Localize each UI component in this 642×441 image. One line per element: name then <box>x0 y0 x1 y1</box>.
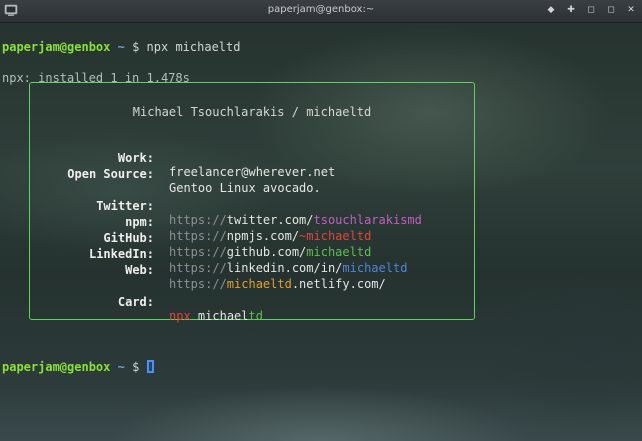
card-name-b: td <box>248 309 263 323</box>
window-controls: ◆ ✚ ◻ ◻ ✕ <box>544 2 638 18</box>
opensource-label: Open Source: <box>67 167 154 181</box>
card-row-linkedin: LinkedIn: https://linkedin.com/in/michae… <box>30 233 476 275</box>
maximize-vert-button[interactable]: ✚ <box>564 2 578 18</box>
text-cursor[interactable] <box>146 359 154 373</box>
close-button[interactable]: ✕ <box>624 2 638 18</box>
prompt2-sign: $ <box>132 359 140 374</box>
card-row-opensource: Open Source: Gentoo Linux avocado. <box>30 153 476 195</box>
prompt-sign: $ <box>132 39 140 54</box>
card-row-card: Card: npx michaeltd <box>30 281 476 323</box>
card-title: Michael Tsouchlarakis / michaeltd <box>30 105 474 119</box>
sticky-button[interactable]: ◆ <box>544 2 558 18</box>
prompt-line-1: paperjam@genbox ~ $ npx michaeltd <box>2 40 642 56</box>
minimize-button[interactable]: ◻ <box>584 2 598 18</box>
prompt-path: ~ <box>117 39 125 54</box>
command-text: npx michaeltd <box>146 39 241 54</box>
web-label: Web: <box>125 263 154 277</box>
card-label: Card: <box>117 295 154 309</box>
card-name: Michael Tsouchlarakis <box>132 105 285 119</box>
prompt-line-2: paperjam@genbox ~ $ <box>2 359 642 376</box>
card-separator: / <box>291 105 299 119</box>
terminal-prompt-area[interactable]: paperjam@genbox ~ $ <box>2 344 642 391</box>
prompt2-user: paperjam@genbox <box>2 359 111 374</box>
card-row-github: GitHub: https://github.com/michaeltd <box>30 217 476 259</box>
card-npx: npx <box>169 309 191 323</box>
card-command: npx michaeltd <box>169 309 263 323</box>
window-titlebar[interactable]: paperjam@genbox:~ ◆ ✚ ◻ ◻ ✕ <box>0 0 642 23</box>
card-row-npm: npm: https://npmjs.com/~michaeltd <box>30 201 476 243</box>
card-name-a: michael <box>197 309 249 323</box>
business-card-box: Michael Tsouchlarakis / michaeltd Work: … <box>29 82 476 323</box>
card-row-work: Work: freelancer@wherever.net <box>30 137 476 179</box>
card-row-web: Web: https://michaeltd.netlify.com/ <box>30 249 476 291</box>
maximize-button[interactable]: ◻ <box>604 2 618 18</box>
prompt-user: paperjam@genbox <box>2 39 111 54</box>
card-handle: michaeltd <box>306 105 372 119</box>
prompt2-path: ~ <box>117 359 125 374</box>
card-row-twitter: Twitter: https://twitter.com/tsouchlarak… <box>30 185 476 227</box>
